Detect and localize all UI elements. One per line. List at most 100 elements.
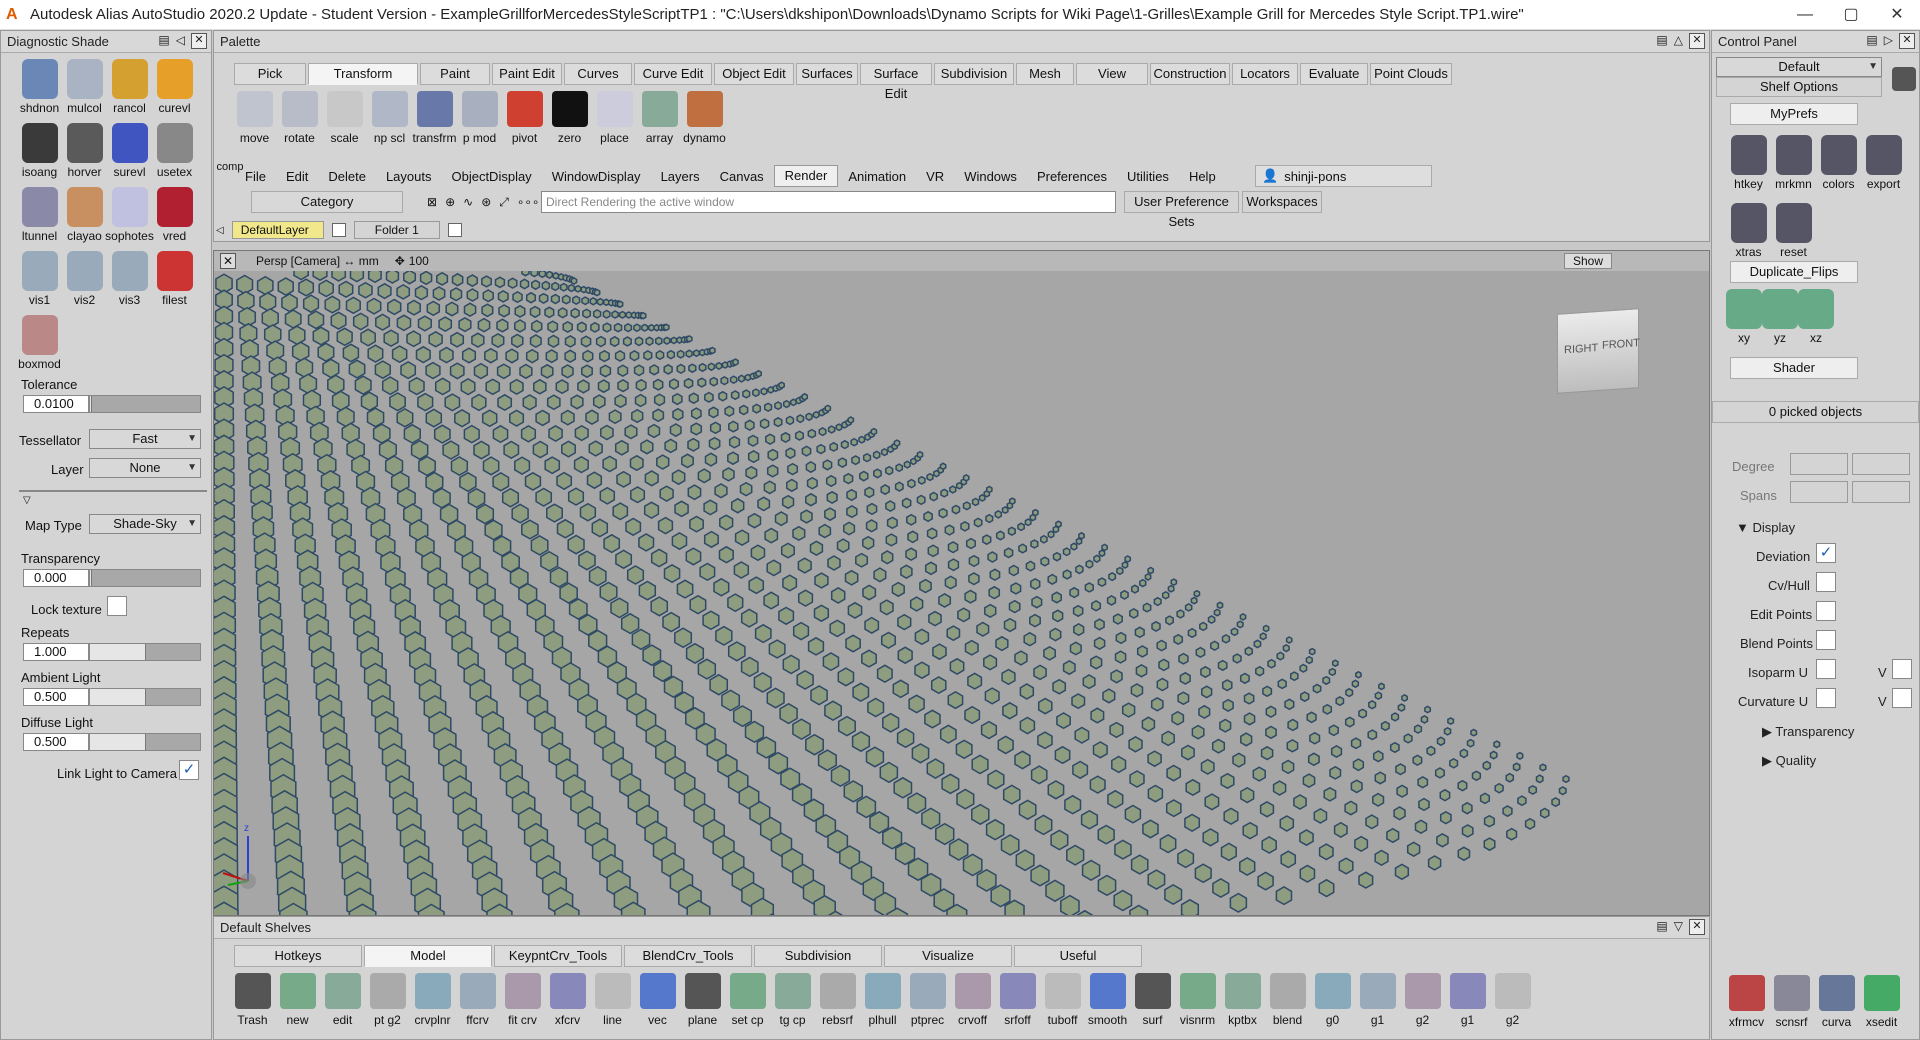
degree-field[interactable] xyxy=(1790,453,1848,475)
vis1-tool[interactable]: vis1 xyxy=(17,251,62,313)
cube-right-face[interactable]: RIGHT xyxy=(1564,342,1598,356)
perspective-viewport[interactable]: ✕ Persp [Camera] ↔ mm ✥ 100 Show RIGHT F… xyxy=(213,250,1710,916)
picked-objects-dropdown[interactable]: 0 picked objects xyxy=(1712,401,1919,423)
g1-tool[interactable]: g1 xyxy=(1445,973,1490,1027)
xfrmcv-tool[interactable]: xfrmcv xyxy=(1724,975,1769,1029)
reset-tool[interactable]: reset xyxy=(1771,203,1816,265)
plhull-tool[interactable]: plhull xyxy=(860,973,905,1027)
layer-scroll-left-icon[interactable]: ◁ xyxy=(216,225,224,236)
shdnon-tool[interactable]: shdnon xyxy=(17,59,62,121)
trash-icon[interactable] xyxy=(1892,67,1916,91)
horver-tool[interactable]: horver xyxy=(62,123,107,185)
dots-icon[interactable]: ∘∘∘ xyxy=(517,195,540,209)
quality-section-toggle[interactable]: ▶ Quality xyxy=(1762,753,1816,769)
tab-object-edit[interactable]: Object Edit xyxy=(714,63,794,85)
menu-animation[interactable]: Animation xyxy=(838,169,916,184)
close-button[interactable]: ✕ xyxy=(1874,0,1920,30)
collapse-icon[interactable]: ◁ xyxy=(176,33,185,49)
vis2-tool[interactable]: vis2 xyxy=(62,251,107,313)
menu-icon[interactable]: ▤ xyxy=(158,33,169,49)
degree-field-v[interactable] xyxy=(1852,453,1910,475)
xz-tool[interactable]: xz xyxy=(1798,289,1834,351)
menu-canvas[interactable]: Canvas xyxy=(710,169,774,184)
collapse-icon[interactable]: △ xyxy=(1674,33,1683,49)
tab-curve-edit[interactable]: Curve Edit xyxy=(634,63,712,85)
pivot-tool[interactable]: pivot xyxy=(502,91,547,145)
tab-locators[interactable]: Locators xyxy=(1232,63,1298,85)
close-icon[interactable]: ✕ xyxy=(191,33,207,49)
shelf-tab-subdivision[interactable]: Subdivision xyxy=(754,945,882,967)
menu-help[interactable]: Help xyxy=(1179,169,1226,184)
shelf-tab-useful[interactable]: Useful xyxy=(1014,945,1142,967)
shelf-options-button[interactable]: Shelf Options xyxy=(1716,77,1882,97)
sophotes-tool[interactable]: sophotes xyxy=(105,187,154,249)
menu-windows[interactable]: Windows xyxy=(954,169,1027,184)
user-badge[interactable]: 👤 shinji-pons xyxy=(1255,165,1432,187)
ffcrv-tool[interactable]: ffcrv xyxy=(455,973,500,1027)
vis3-tool[interactable]: vis3 xyxy=(107,251,152,313)
repeats-slider[interactable] xyxy=(89,643,201,661)
folder-layer[interactable]: Folder 1 xyxy=(353,221,440,239)
g1-tool[interactable]: g1 xyxy=(1355,973,1400,1027)
tab-subdivision[interactable]: Subdivision xyxy=(934,63,1014,85)
transparency-slider[interactable] xyxy=(89,569,201,587)
htkey-tool[interactable]: htkey xyxy=(1726,135,1771,197)
snap-icon[interactable]: ⊕ xyxy=(445,195,455,209)
menu-layouts[interactable]: Layouts xyxy=(376,169,442,184)
curvature-v-checkbox[interactable] xyxy=(1892,688,1912,708)
curevl-tool[interactable]: curevl xyxy=(152,59,197,121)
close-icon[interactable]: ✕ xyxy=(1689,33,1705,49)
workspaces-button[interactable]: Workspaces xyxy=(1242,191,1322,213)
spans-field-v[interactable] xyxy=(1852,481,1910,503)
move-tool[interactable]: move xyxy=(232,91,277,145)
ambient-slider[interactable] xyxy=(89,688,201,706)
rotate-tool[interactable]: rotate xyxy=(277,91,322,145)
display-section-toggle[interactable]: ▼ Display xyxy=(1736,520,1795,535)
locktexture-checkbox[interactable] xyxy=(107,596,127,616)
view-cube[interactable]: RIGHT FRONT xyxy=(1557,308,1640,394)
menu-preferences[interactable]: Preferences xyxy=(1027,169,1117,184)
menu-file[interactable]: File xyxy=(235,169,276,184)
maptype-dropdown[interactable]: Shade-Sky xyxy=(89,514,201,534)
tab-transform[interactable]: Transform xyxy=(308,63,418,85)
tab-paint-edit[interactable]: Paint Edit xyxy=(492,63,562,85)
rebsrf-tool[interactable]: rebsrf xyxy=(815,973,860,1027)
wave-icon[interactable]: ⊛ xyxy=(481,195,491,209)
mulcol-tool[interactable]: mulcol xyxy=(62,59,107,121)
boxmod-tool[interactable]: boxmod xyxy=(17,315,62,377)
diffuse-field[interactable]: 0.500 xyxy=(23,733,89,751)
g2-tool[interactable]: g2 xyxy=(1400,973,1445,1027)
scnsrf-tool[interactable]: scnsrf xyxy=(1769,975,1814,1029)
surevl-tool[interactable]: surevl xyxy=(107,123,152,185)
menu-delete[interactable]: Delete xyxy=(318,169,376,184)
preset-dropdown[interactable]: Default xyxy=(1716,57,1882,77)
mrkmn-tool[interactable]: mrkmn xyxy=(1771,135,1816,197)
g0-tool[interactable]: g0 xyxy=(1310,973,1355,1027)
new-tool[interactable]: new xyxy=(275,973,320,1027)
crvoff-tool[interactable]: crvoff xyxy=(950,973,995,1027)
transfrm-tool[interactable]: transfrm xyxy=(412,91,457,145)
isoparm-v-checkbox[interactable] xyxy=(1892,659,1912,679)
isoparm-u-checkbox[interactable] xyxy=(1816,659,1836,679)
tab-paint[interactable]: Paint xyxy=(420,63,490,85)
shelf-tab-model[interactable]: Model xyxy=(364,945,492,967)
menu-icon[interactable]: ▤ xyxy=(1656,33,1667,49)
menu-objectdisplay[interactable]: ObjectDisplay xyxy=(441,169,541,184)
menu-icon[interactable]: ▤ xyxy=(1656,919,1667,935)
p-mod-tool[interactable]: p mod xyxy=(457,91,502,145)
category-dropdown[interactable]: Category xyxy=(251,191,403,213)
ptprec-tool[interactable]: ptprec xyxy=(905,973,950,1027)
tab-surfaces[interactable]: Surfaces xyxy=(796,63,858,85)
cvhull-checkbox[interactable] xyxy=(1816,572,1836,592)
tab-curves[interactable]: Curves xyxy=(564,63,632,85)
scale-tool[interactable]: scale xyxy=(322,91,367,145)
tg-cp-tool[interactable]: tg cp xyxy=(770,973,815,1027)
maximize-button[interactable]: ▢ xyxy=(1828,0,1874,30)
ambient-field[interactable]: 0.500 xyxy=(23,688,89,706)
repeats-field[interactable]: 1.000 xyxy=(23,643,89,661)
vred-tool[interactable]: vred xyxy=(152,187,197,249)
tessellator-dropdown[interactable]: Fast xyxy=(89,429,201,449)
zero-tool[interactable]: zero xyxy=(547,91,592,145)
transparency-section-toggle[interactable]: ▶ Transparency xyxy=(1762,724,1854,740)
tab-shader[interactable]: Shader xyxy=(1730,357,1858,379)
